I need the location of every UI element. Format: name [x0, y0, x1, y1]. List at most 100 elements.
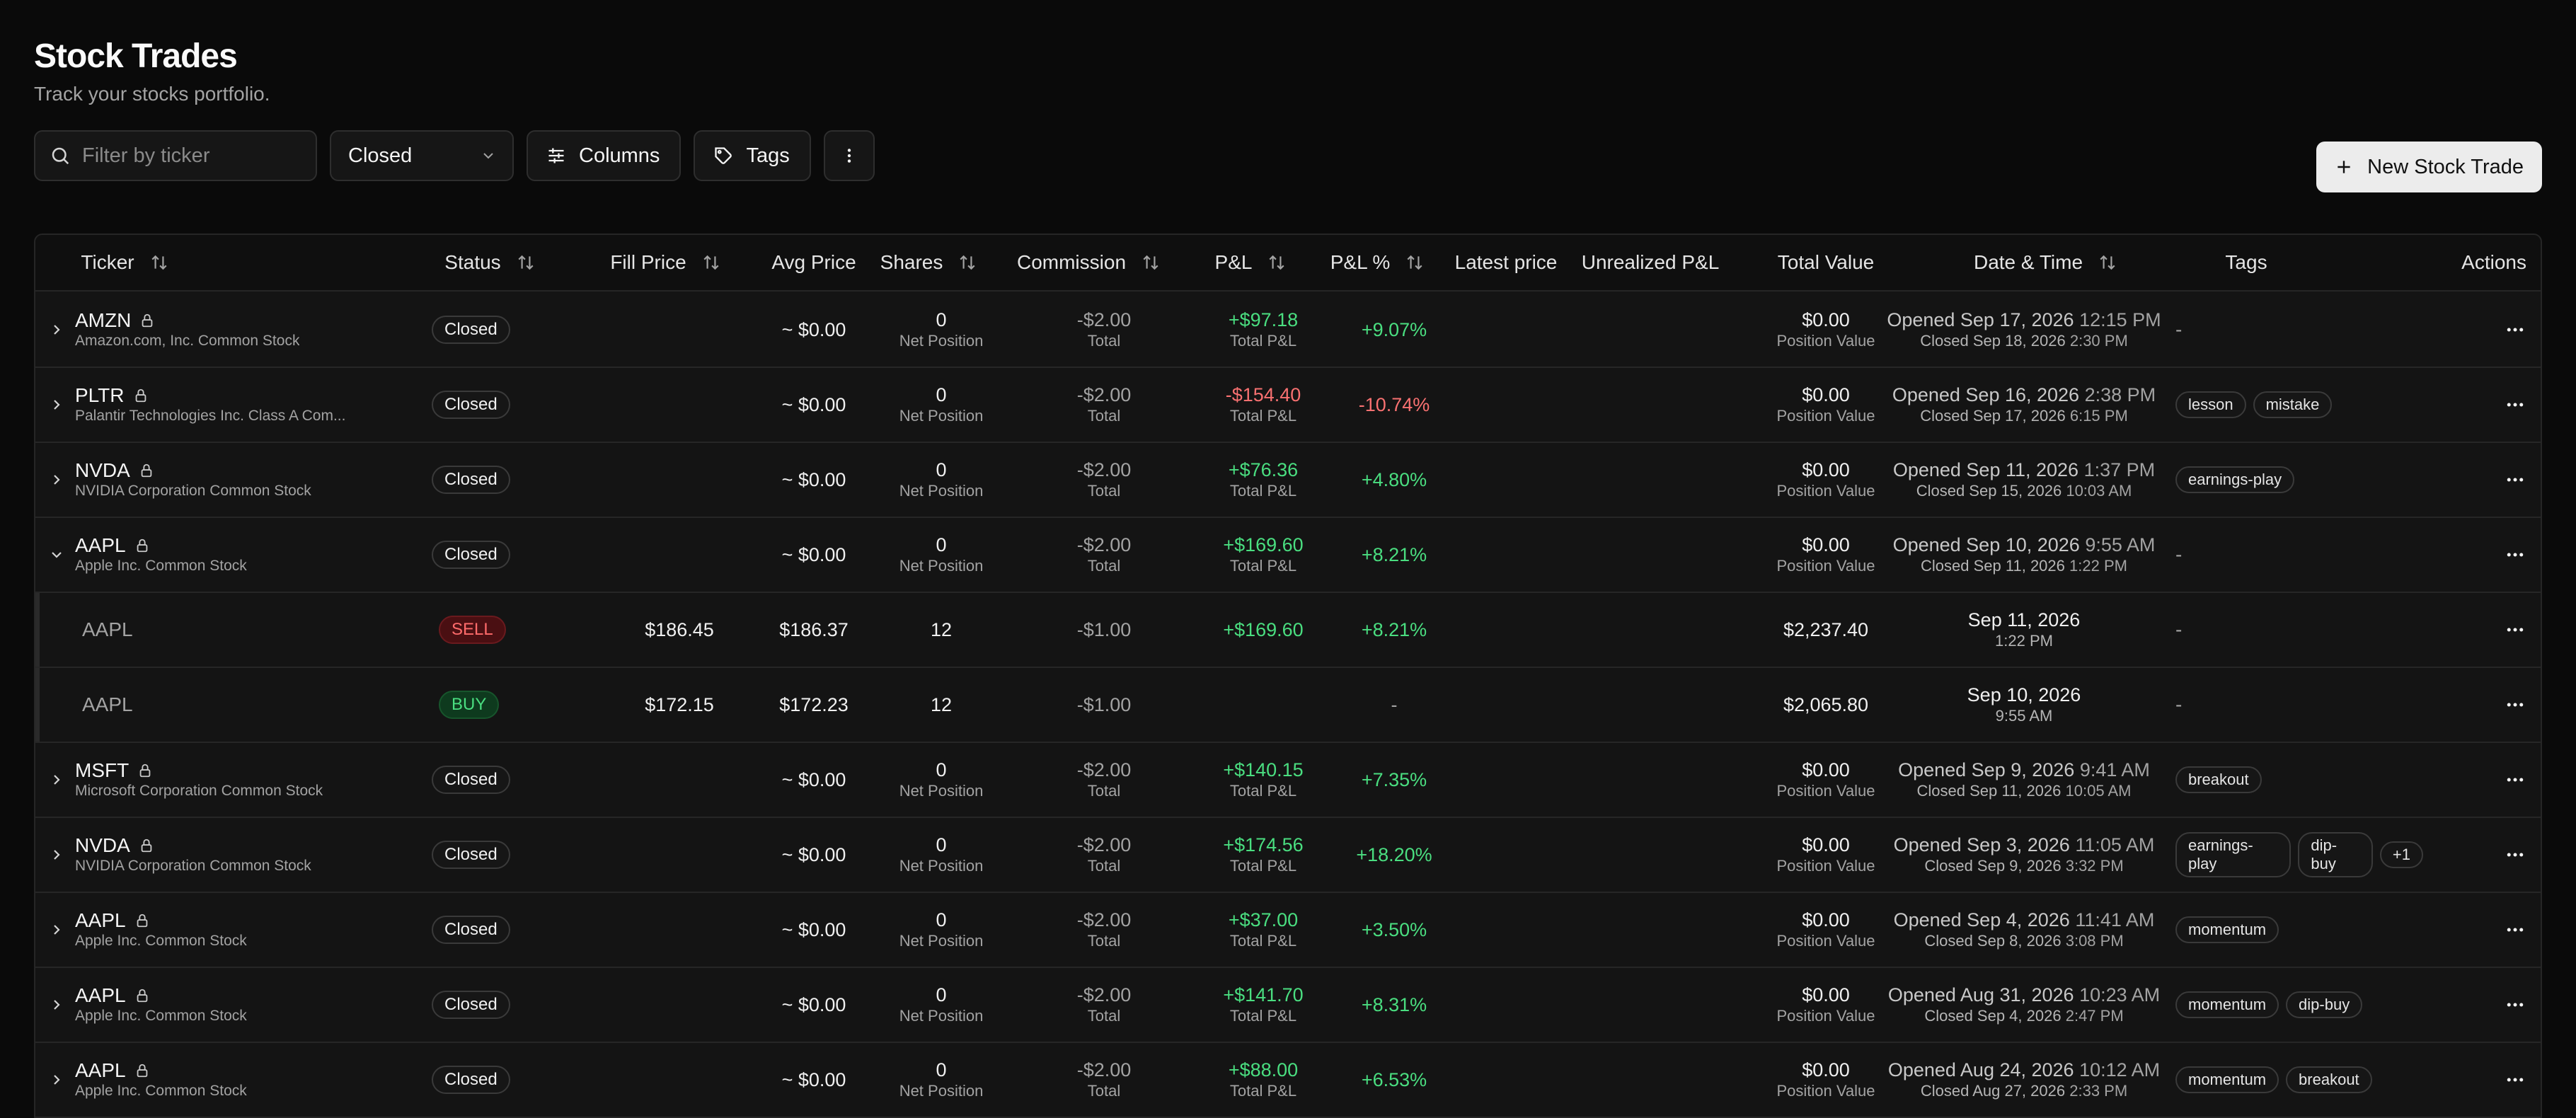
closed-date: Closed Sep 4, 2026 2:47 PM	[1924, 1007, 2124, 1025]
toolbar: Filter by ticker Closed Columns Tags	[34, 130, 2542, 181]
table-row[interactable]: NVDA NVIDIA Corporation Common Stock Close…	[35, 818, 2541, 893]
child-trade-row[interactable]: AAPL SELL $186.45 $186.37 12 -$1.00 +$169.60 +8…	[35, 593, 2541, 668]
pnl-percent: -10.74%	[1358, 394, 1430, 415]
table-row[interactable]: AAPL Apple Inc. Common Stock Closed ~ $0.00…	[35, 968, 2541, 1043]
commission-caption: Total	[1087, 407, 1121, 425]
table-row[interactable]: AMZN Amazon.com, Inc. Common Stock Closed ~…	[35, 293, 2541, 368]
tag-chip[interactable]: mistake	[2253, 391, 2333, 418]
col-ticker[interactable]: Ticker	[54, 235, 195, 290]
commission-caption: Total	[1087, 857, 1121, 875]
row-actions-button[interactable]	[2494, 743, 2536, 817]
col-pnl-percent[interactable]: P&L %	[1313, 235, 1441, 290]
row-actions-button[interactable]	[2494, 443, 2536, 517]
tags-button[interactable]: Tags	[694, 130, 811, 181]
chevron-right-icon[interactable]	[48, 396, 65, 413]
status-filter-value: Closed	[348, 144, 413, 167]
commission-caption: Total	[1087, 332, 1121, 350]
table-row[interactable]: AAPL Apple Inc. Common Stock Closed ~ $0.00…	[35, 1043, 2541, 1118]
pnl-percent: +4.80%	[1361, 469, 1427, 490]
sort-icon	[151, 255, 167, 270]
tag-chip[interactable]: earnings-play	[2175, 832, 2292, 877]
table-row[interactable]: AAPL Apple Inc. Common Stock Closed ~ $0.00…	[35, 518, 2541, 593]
shares-caption: Net Position	[899, 557, 984, 575]
child-indent-bar	[35, 593, 40, 667]
opened-date: Opened Sep 3, 2026 11:05 AM	[1893, 834, 2155, 855]
lock-icon	[139, 763, 151, 778]
new-stock-trade-button[interactable]: New Stock Trade	[2316, 142, 2542, 192]
row-actions-button[interactable]	[2494, 818, 2536, 892]
closed-date: Closed Sep 17, 2026 6:15 PM	[1920, 407, 2128, 425]
pnl-caption: Total P&L	[1229, 782, 1297, 800]
closed-date: Closed Sep 11, 2026 1:22 PM	[1921, 557, 2127, 575]
tag-chip[interactable]: breakout	[2175, 766, 2262, 793]
tag-chip[interactable]: momentum	[2175, 916, 2279, 943]
avg-price: $186.37	[779, 619, 849, 640]
tag-chip[interactable]: +1	[2379, 841, 2423, 868]
tag-chip[interactable]: earnings-play	[2175, 466, 2295, 493]
tag-chip[interactable]: momentum	[2175, 991, 2279, 1018]
ticker: NVDA	[75, 834, 154, 857]
pnl-value: +$88.00	[1228, 1059, 1299, 1080]
ticker: PLTR	[75, 384, 149, 407]
total-value: $0.00	[1802, 984, 1850, 1005]
row-actions-button[interactable]	[2494, 1043, 2536, 1117]
row-actions-button[interactable]	[2494, 968, 2536, 1042]
row-actions-button[interactable]	[2494, 368, 2536, 442]
status-filter-select[interactable]: Closed	[330, 130, 514, 181]
company-name: Palantir Technologies Inc. Class A Com..…	[75, 408, 346, 424]
chevron-right-icon[interactable]	[48, 921, 65, 938]
shares-caption: Net Position	[899, 332, 984, 350]
col-status[interactable]: Status	[426, 235, 553, 290]
tags-cell: momentum dip-buy	[2175, 968, 2430, 1042]
col-date-time[interactable]: Date & Time	[1939, 235, 2151, 290]
shares-caption: Net Position	[899, 932, 984, 950]
trade-time: 9:55 AM	[1995, 707, 2053, 725]
ticker: AAPL	[75, 1059, 150, 1082]
chevron-right-icon[interactable]	[48, 846, 65, 863]
pnl-caption: Total P&L	[1229, 932, 1297, 950]
table-row[interactable]: MSFT Microsoft Corporation Common Stock Cl…	[35, 743, 2541, 818]
child-trade-row[interactable]: AAPL BUY $172.15 $172.23 12 -$1.00 - $2,065.80 S…	[35, 668, 2541, 743]
more-options-button[interactable]	[823, 130, 875, 181]
tag-chip[interactable]: lesson	[2175, 391, 2246, 418]
total-value: $2,065.80	[1783, 694, 1869, 715]
col-shares[interactable]: Shares	[858, 235, 999, 290]
chevron-down-icon[interactable]	[48, 546, 65, 563]
chevron-right-icon[interactable]	[48, 321, 65, 338]
lock-icon	[137, 989, 147, 1003]
columns-button[interactable]: Columns	[527, 130, 682, 181]
total-value: $0.00	[1802, 534, 1850, 555]
col-fill-price[interactable]: Fill Price	[587, 235, 743, 290]
status-badge: Closed	[432, 541, 510, 569]
row-actions-button[interactable]	[2494, 593, 2536, 667]
row-actions-button[interactable]	[2494, 668, 2536, 742]
table-row[interactable]: NVDA NVIDIA Corporation Common Stock Close…	[35, 443, 2541, 518]
chevron-right-icon[interactable]	[48, 471, 65, 488]
more-horizontal-icon	[2507, 853, 2524, 857]
row-actions-button[interactable]	[2494, 293, 2536, 367]
table-row[interactable]: PLTR Palantir Technologies Inc. Class A C…	[35, 368, 2541, 443]
tag-chip[interactable]: momentum	[2175, 1066, 2279, 1093]
no-tags: -	[2175, 543, 2183, 565]
row-actions-button[interactable]	[2494, 518, 2536, 592]
shares-caption: Net Position	[899, 857, 984, 875]
avg-price: $172.23	[779, 694, 849, 715]
table-row[interactable]: AAPL Apple Inc. Common Stock Closed ~ $0.00…	[35, 893, 2541, 968]
page-title: Stock Trades	[34, 38, 238, 75]
col-commission[interactable]: Commission	[996, 235, 1180, 290]
tag-chip[interactable]: dip-buy	[2286, 991, 2363, 1018]
tags-cell: -	[2175, 518, 2430, 592]
ticker-search-input[interactable]: Filter by ticker	[34, 130, 317, 181]
ticker: AAPL	[75, 534, 150, 557]
company-name: Apple Inc. Common Stock	[75, 1008, 247, 1024]
closed-date: Closed Sep 15, 2026 10:03 AM	[1916, 482, 2132, 500]
chevron-right-icon[interactable]	[48, 1071, 65, 1088]
chevron-right-icon[interactable]	[48, 996, 65, 1013]
opened-date: Opened Aug 24, 2026 10:12 AM	[1887, 1059, 2161, 1080]
chevron-right-icon[interactable]	[48, 771, 65, 788]
row-actions-button[interactable]	[2494, 893, 2536, 967]
tag-chip[interactable]: breakout	[2286, 1066, 2372, 1093]
pnl-percent: +9.07%	[1361, 319, 1427, 340]
tag-chip[interactable]: dip-buy	[2298, 832, 2373, 877]
col-pnl[interactable]: P&L	[1190, 235, 1311, 290]
